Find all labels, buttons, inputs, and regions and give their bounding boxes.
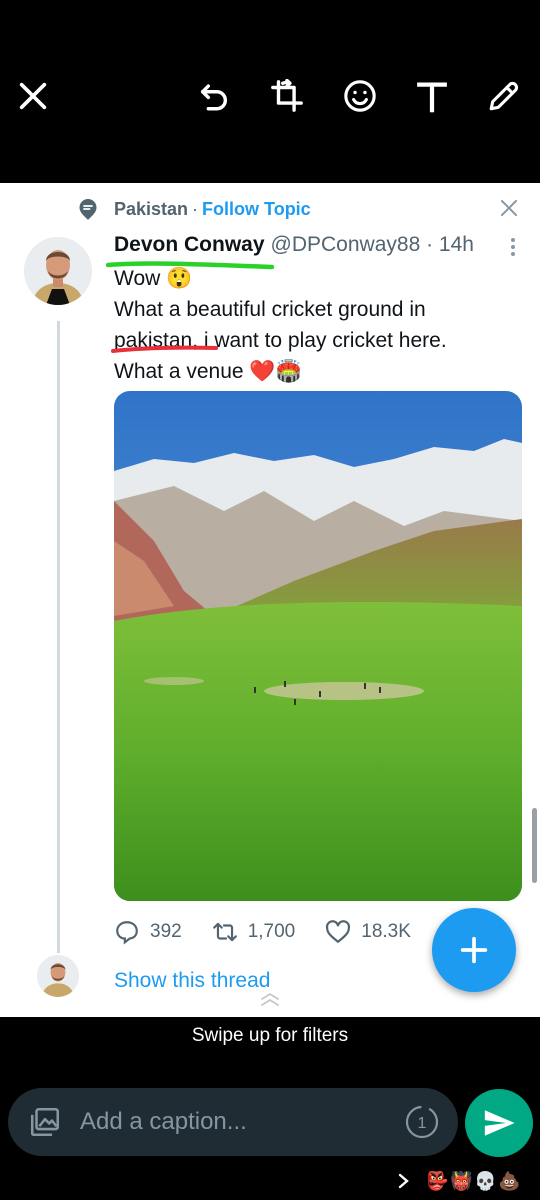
like-count: 18.3K (361, 921, 411, 942)
send-button[interactable] (465, 1089, 533, 1157)
scrollbar[interactable] (532, 808, 537, 883)
recipient-emoji: 👺 (426, 1171, 449, 1191)
caption-bar: 1 (8, 1088, 458, 1156)
text-icon[interactable] (412, 76, 452, 116)
swipe-up-chevron-icon (261, 992, 279, 1006)
reply-action[interactable]: 392 (114, 919, 182, 945)
topic-name: Pakistan (114, 198, 189, 219)
sticker-icon[interactable] (340, 76, 380, 116)
tweet-screenshot: Pakistan · Follow Topic Devon Conway @DP… (0, 183, 540, 1017)
compose-tweet-button[interactable] (432, 908, 516, 992)
caption-input[interactable] (80, 1108, 404, 1136)
retweet-count: 1,700 (247, 921, 296, 942)
recipient-emoji: 👹 (450, 1171, 473, 1191)
tweet-actions: 392 1,700 18.3K (114, 919, 444, 945)
close-icon[interactable] (13, 76, 53, 116)
retweet-action[interactable]: 1,700 (212, 919, 296, 945)
author-avatar[interactable] (24, 237, 92, 305)
reply-icon (116, 921, 138, 945)
topic-separator: · (192, 198, 199, 219)
author-name[interactable]: Devon Conway (114, 233, 265, 257)
chevron-right-icon (398, 1173, 409, 1189)
crop-rotate-icon[interactable] (267, 76, 307, 116)
tweet-line: What a beautiful cricket ground in (114, 298, 426, 321)
reply-count: 392 (150, 921, 182, 942)
view-once-icon[interactable]: 1 (404, 1104, 440, 1140)
thread-line (57, 321, 60, 953)
swipe-hint: Swipe up for filters (191, 1025, 349, 1046)
tweet-photo[interactable] (114, 391, 522, 901)
retweet-icon (212, 922, 237, 942)
show-thread-link[interactable]: Show this thread (114, 969, 270, 993)
topic-icon (79, 199, 97, 220)
recipient-list[interactable]: 👺 👹 💀 💩 (396, 1168, 521, 1194)
view-once-number: 1 (418, 1115, 427, 1132)
pencil-icon[interactable] (484, 76, 524, 116)
tweet-text: Wow 😲 What a beautiful cricket ground in… (114, 263, 524, 387)
undo-icon[interactable] (194, 76, 234, 116)
plus-icon (460, 936, 488, 964)
editor-toolbar (0, 0, 540, 183)
red-underline-annotation (111, 345, 218, 353)
recipient-emoji: 💀 (474, 1171, 497, 1191)
send-icon (484, 1110, 515, 1136)
like-action[interactable]: 18.3K (325, 919, 411, 945)
topic-row: Pakistan · Follow Topic (78, 197, 311, 221)
tweet-line: Wow 😲 (114, 267, 193, 290)
follow-topic-link[interactable]: Follow Topic (202, 199, 311, 220)
gallery-icon[interactable] (28, 1105, 62, 1139)
more-options-icon[interactable] (508, 237, 518, 257)
thread-avatar[interactable] (37, 955, 79, 997)
recipient-emoji: 💩 (498, 1171, 521, 1191)
dismiss-topic-icon[interactable] (498, 197, 520, 219)
heart-icon (326, 920, 351, 943)
tweet-line: What a venue ❤️🏟️ (114, 360, 302, 383)
tweet-author-row: Devon Conway @DPConway88 · 14h (114, 233, 474, 257)
author-handle-time: @DPConway88 · 14h (270, 233, 474, 256)
